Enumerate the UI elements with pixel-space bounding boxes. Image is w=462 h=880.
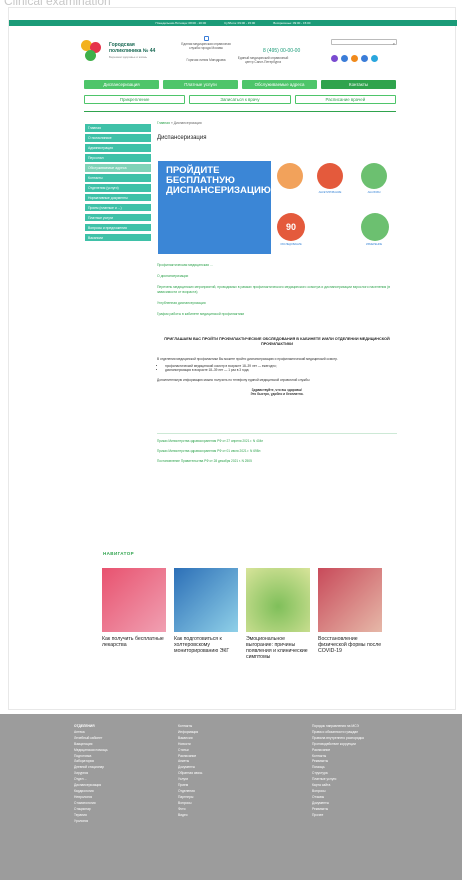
content-divider <box>157 433 397 434</box>
logo-title: Городская поликлиника № 44 <box>109 42 156 54</box>
link-schedule[interactable]: График работы в кабинете медицинской про… <box>157 312 397 316</box>
main-nav: Диспансеризация Платные услуги Обслужива… <box>84 80 396 89</box>
sidebar-item[interactable]: Вопросы и предложения <box>85 223 151 232</box>
questionnaire-icon <box>317 163 343 189</box>
doc-link[interactable]: Приказ Министерства здравоохранения РФ о… <box>157 439 397 443</box>
article-card[interactable]: Как получить бесплатные лекарства <box>102 568 166 660</box>
link-list[interactable]: Перечень медицинских мероприятий, провод… <box>157 285 397 293</box>
cactus-image <box>246 568 310 632</box>
sidebar-item[interactable]: Прием (платные и ...) <box>85 203 151 212</box>
body-more: Дополнительную информацию можно получить… <box>157 378 310 382</box>
hours-sunday: Воскресенье: 09:00 - 15:00 <box>273 21 311 25</box>
sidebar-item[interactable]: Персонал <box>85 153 151 162</box>
ok-icon[interactable] <box>351 55 358 62</box>
instagram-icon[interactable] <box>331 55 338 62</box>
sidebar-item[interactable]: О поликлинике <box>85 133 151 142</box>
article-card[interactable]: Восстановление физической формы после CO… <box>318 568 382 660</box>
link-about[interactable]: О диспансеризации <box>157 274 397 278</box>
sidebar-item[interactable]: Нормативные документы <box>85 193 151 202</box>
dumbbell-image <box>318 568 382 632</box>
doctor-image <box>174 568 238 632</box>
doc-link[interactable]: Постановление Правительства РФ от 28 дек… <box>157 459 397 463</box>
card-title: Эмоциональное выгорание: причины появлен… <box>246 636 308 660</box>
logo-subtitle: Бережем здоровье и жизнь <box>109 55 148 59</box>
sidebar-item[interactable]: Отделения (услуги) <box>85 183 151 192</box>
nav-divider <box>84 111 396 112</box>
banner-text: ПРОЙДИТЕ БЕСПЛАТНУЮ ДИСПАНСЕРИЗАЦИЮ <box>166 165 271 196</box>
heart-check-icon <box>361 213 389 241</box>
breadcrumb: Главная » Диспансеризация <box>157 121 202 125</box>
legal-docs: Приказ Министерства здравоохранения РФ о… <box>157 439 397 469</box>
nav-contacts[interactable]: Контакты <box>321 80 396 89</box>
footer-link[interactable]: Правила внутреннего распорядка <box>312 736 364 742</box>
breadcrumb-current: Диспансеризация <box>173 121 202 125</box>
sidebar-menu: Главная О поликлинике Администрация Перс… <box>85 124 151 244</box>
sidebar-item[interactable]: Вакансии <box>85 233 151 242</box>
info-block-minzdrav: Горячая линия Минздрава <box>186 58 226 62</box>
sidebar-item-active[interactable]: Обслуживаемые адреса <box>85 163 151 172</box>
footer-col-2: Контакты Информация Вакансии Новости Статьи Р… <box>178 724 202 819</box>
info-block-spb: Единый медицинский справочный центр Санк… <box>237 56 289 64</box>
browser-frame: Понедельник-Пятница: 08:00 - 20:00 Суббо… <box>8 7 457 710</box>
hours-saturday: Суббота: 09:00 - 15:00 <box>224 21 256 25</box>
navigator-cards: Как получить бесплатные лекарства Как по… <box>102 568 382 660</box>
main-content: Главная » Диспансеризация Диспансеризаци… <box>157 121 397 463</box>
search-input[interactable]: ⌕ <box>331 39 397 46</box>
body-intro: В отделении медицинской профилактики Вы … <box>157 357 338 361</box>
footer-col-3: Порядок направления на МСЭ Права и обязан… <box>312 724 364 819</box>
phone-number[interactable]: 8 (495) 00-00-00 <box>263 48 300 54</box>
sidebar-item[interactable]: Платные услуги <box>85 213 151 222</box>
link-deep[interactable]: Углубленная диспансеризация <box>157 301 397 305</box>
pills-image <box>102 568 166 632</box>
card-title: Как получить бесплатные лекарства <box>102 636 164 648</box>
working-hours-bar: Понедельник-Пятница: 08:00 - 20:00 Суббо… <box>9 20 457 26</box>
dispanserization-links: Профилактическая медицинская ... О диспа… <box>157 263 397 323</box>
navigator-label: НАВИГАТОР <box>103 551 135 556</box>
closing-line-2: Это быстро, удобно и бесплатно. <box>250 392 304 396</box>
vk-alt-icon[interactable] <box>361 55 368 62</box>
nav-dispanserization[interactable]: Диспансеризация <box>84 80 159 89</box>
nav-schedule[interactable]: Расписание врачей <box>294 95 396 104</box>
site-logo[interactable]: Городская поликлиника № 44 Бережем здоро… <box>81 40 165 62</box>
footer-link[interactable]: Права и обязанности граждан <box>312 730 364 736</box>
telegram-icon[interactable] <box>371 55 378 62</box>
calendar-icon <box>361 163 387 189</box>
footer-link[interactable]: Медицинская помощь <box>74 748 108 754</box>
nav-attachment[interactable]: Прикрепление <box>84 95 186 104</box>
sidebar-item[interactable]: Главная <box>85 124 151 132</box>
phone-icon <box>203 36 209 41</box>
social-links <box>331 55 378 62</box>
article-card[interactable]: Эмоциональное выгорание: причины появлен… <box>246 568 310 660</box>
doc-link[interactable]: Приказ Министерства здравоохранения РФ о… <box>157 449 397 453</box>
promo-banner[interactable]: ПРОЙДИТЕ БЕСПЛАТНУЮ ДИСПАНСЕРИЗАЦИЮ АНКЕ… <box>157 161 397 254</box>
nav-paid-services[interactable]: Платные услуги <box>163 80 238 89</box>
vk-icon[interactable] <box>341 55 348 62</box>
page-title: Диспансеризация <box>157 135 207 141</box>
article-card[interactable]: Как подготовиться к холтеровскому монито… <box>174 568 238 660</box>
hours-weekday: Понедельник-Пятница: 08:00 - 20:00 <box>155 21 207 25</box>
sidebar-item[interactable]: Контакты <box>85 173 151 182</box>
sidebar-item[interactable]: Администрация <box>85 143 151 152</box>
search-icon[interactable]: ⌕ <box>393 41 395 46</box>
nav-addresses[interactable]: Обслуживаемые адреса <box>242 80 317 89</box>
badge-90: 90 <box>277 213 305 241</box>
page: Clinical examination Понедельник-Пятница… <box>0 0 462 880</box>
secondary-nav: Прикрепление Записаться к врачу Расписан… <box>84 95 396 104</box>
footer-link[interactable]: Видео <box>178 813 202 819</box>
breadcrumb-home[interactable]: Главная <box>157 121 170 125</box>
bullet-item: диспансеризация в возрасте 18–39 лет — 1… <box>165 368 397 372</box>
info-block-moscow: Единая медицинская справочная служба гор… <box>181 36 231 50</box>
doctors-icon <box>277 163 303 189</box>
nav-book-doctor[interactable]: Записаться к врачу <box>189 95 291 104</box>
body-text: В отделении медицинской профилактики Вы … <box>157 357 397 396</box>
footer-col-1: ОТДЕЛЕНИЯ Аптека Лечебный кабинет Вакцинаци… <box>74 724 108 824</box>
invite-heading: ПРИГЛАШАЕМ ВАС ПРОЙТИ ПРОФИЛАКТИЧЕСКИЕ О… <box>164 337 390 346</box>
card-title: Восстановление физической формы после CO… <box>318 636 382 654</box>
card-title: Как подготовиться к холтеровскому монито… <box>174 636 230 654</box>
logo-icon <box>81 40 103 62</box>
site-footer: ОТДЕЛЕНИЯ Аптека Лечебный кабинет Вакцинаци… <box>0 714 462 880</box>
link-prof-exam[interactable]: Профилактическая медицинская ... <box>157 263 397 267</box>
footer-link[interactable]: Урология <box>74 819 108 825</box>
footer-link[interactable]: Прочее <box>312 813 364 819</box>
